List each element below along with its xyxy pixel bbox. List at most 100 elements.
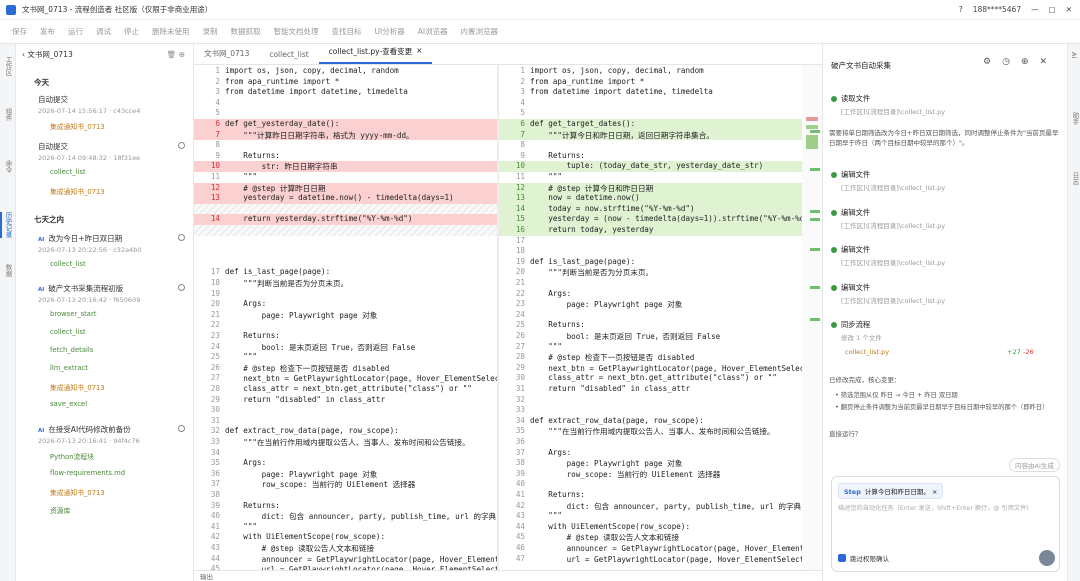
code-line[interactable]: 10 str: 昨日日期字符串 <box>194 161 497 172</box>
code-line[interactable] <box>194 257 497 268</box>
code-line[interactable]: 42 with UiElementScope(row_scope): <box>194 532 497 543</box>
code-line[interactable]: 39 Returns: <box>194 501 497 512</box>
code-line[interactable]: 8 <box>499 140 802 151</box>
changed-file[interactable]: browser_start <box>50 310 96 318</box>
changed-file[interactable]: collect_list <box>50 328 86 336</box>
code-line[interactable]: 41 Returns: <box>499 490 802 501</box>
code-line[interactable]: 36 <box>499 437 802 448</box>
code-line[interactable]: 35 Args: <box>194 458 497 469</box>
history-commit-title[interactable]: AI 破产文书采集流程初版 <box>38 283 123 294</box>
code-line[interactable]: 14 today = now.strftime("%Y-%m-%d") <box>499 203 802 215</box>
toolbar-button[interactable]: 调试 <box>96 26 111 37</box>
left-strip-tab[interactable]: 命令 <box>3 160 13 173</box>
sync-step[interactable]: 同步流程 <box>831 320 870 330</box>
step-file-path[interactable]: [工作区]\[流程目录]\collect_list.py <box>841 182 945 192</box>
code-line[interactable]: 31 <box>194 416 497 427</box>
code-line[interactable]: 32 def extract_row_data(page, row_scope): <box>194 426 497 437</box>
code-line[interactable]: 2 from apa_runtime import * <box>499 77 802 88</box>
chat-step[interactable]: 编辑文件 <box>831 208 870 218</box>
code-line[interactable]: 11 """ <box>194 172 497 183</box>
code-line[interactable]: 27 next_btn = GetPlaywrightLocator(page,… <box>194 373 497 384</box>
code-line[interactable]: 38 <box>194 490 497 501</box>
chat-step[interactable]: 编辑文件 <box>831 170 870 180</box>
help-icon[interactable]: ? <box>959 5 963 14</box>
code-line[interactable]: 18 """判断当前是否为分页末页。 <box>194 278 497 289</box>
left-strip-tab[interactable]: 工作区 <box>3 56 13 76</box>
toolbar-button[interactable]: 查找目标 <box>332 26 362 37</box>
checkbox-icon[interactable] <box>838 554 846 562</box>
step-file-path[interactable]: [工作区]\[流程目录]\collect_list.py <box>841 257 945 267</box>
code-line[interactable]: 47 url = GetPlaywrightLocator(page, Hove… <box>499 554 802 565</box>
toolbar-button[interactable]: 内置浏览器 <box>461 26 499 37</box>
code-line[interactable]: 30 <box>194 405 497 416</box>
restore-clock-icon[interactable] <box>178 425 185 432</box>
step-file-path[interactable]: [工作区]\[流程目录]\collect_list.py <box>841 220 945 230</box>
right-strip-tab[interactable]: AI <box>1070 52 1078 58</box>
left-strip-tab[interactable]: 数据 <box>3 264 13 277</box>
code-line[interactable]: 15 yesterday = (now - timedelta(days=1))… <box>499 214 802 225</box>
code-line[interactable]: 16 return today, yesterday <box>499 225 802 236</box>
toolbar-button[interactable]: 录制 <box>203 26 218 37</box>
code-line[interactable] <box>194 225 497 236</box>
editor-tab[interactable]: collect_list <box>259 50 318 64</box>
chat-input-placeholder[interactable]: 描述您的自动化任务（Enter 发送，Shift+Enter 换行，@ 引用文件… <box>838 503 1033 512</box>
code-line[interactable]: 17 def is_last_page(page): <box>194 267 497 278</box>
code-line[interactable]: 12 # @step 计算昨日日期 <box>194 182 497 194</box>
restore-clock-icon[interactable] <box>178 142 185 149</box>
send-button[interactable] <box>1039 550 1055 566</box>
code-line[interactable]: 5 <box>499 108 802 119</box>
code-line[interactable]: 7 """计算今日和昨日日期，返回日期字符串集合。 <box>499 129 802 141</box>
code-line[interactable]: 28 # @step 检查下一页按钮是否 disabled <box>499 352 802 363</box>
code-line[interactable]: 22 Args: <box>499 289 802 300</box>
step-reference-chip[interactable]: Step 计算今日和昨日日期。 × <box>838 483 944 499</box>
toolbar-button[interactable]: 发布 <box>40 26 55 37</box>
history-commit-title[interactable]: AI 改为今日+昨日双日期 <box>38 233 122 244</box>
skip-permission-checkbox[interactable]: 跳过权限确认 <box>838 553 889 563</box>
code-line[interactable]: 10 tuple: (today_date_str, yesterday_dat… <box>499 161 802 172</box>
code-line[interactable]: 13 now = datetime.now() <box>499 193 802 204</box>
original-code-pane[interactable]: 1 import os, json, copy, decimal, random 2… <box>194 65 497 570</box>
code-line[interactable]: 1 import os, json, copy, decimal, random <box>499 66 802 77</box>
code-line[interactable]: 37 row_scope: 当前行的 UiElement 选择器 <box>194 479 497 490</box>
right-strip-tab[interactable]: 日志 <box>1070 172 1080 185</box>
code-line[interactable]: 38 page: Playwright page 对象 <box>499 458 802 469</box>
code-line[interactable]: 32 <box>499 395 802 406</box>
close-icon[interactable]: ✕ <box>1066 5 1072 14</box>
history-commit-title[interactable]: 自动提交 <box>38 141 68 152</box>
code-line[interactable]: 6 def get_target_dates(): <box>499 119 802 130</box>
chat-step[interactable]: 读取文件 <box>831 94 870 104</box>
modified-code-pane[interactable]: 1 import os, json, copy, decimal, random 2… <box>499 65 802 570</box>
left-strip-tab[interactable]: 历史记录 <box>0 212 13 238</box>
code-line[interactable]: 27 """ <box>499 342 802 353</box>
left-strip-tab[interactable]: 组件 <box>3 108 13 121</box>
code-line[interactable]: 40 <box>499 479 802 490</box>
minimize-icon[interactable]: — <box>1031 5 1039 14</box>
changed-file[interactable]: Python流程块 <box>50 451 94 461</box>
sync-file[interactable]: collect_list.py <box>845 348 889 356</box>
code-line[interactable]: 1 import os, json, copy, decimal, random <box>194 66 497 77</box>
editor-tab[interactable]: collect_list.py-查看变更 × <box>318 46 433 64</box>
changed-file[interactable]: collect_list <box>50 260 86 268</box>
code-line[interactable]: 22 <box>194 320 497 331</box>
code-line[interactable]: 45 # @step 读取公告人文本和链接 <box>499 532 802 543</box>
code-line[interactable]: 36 page: Playwright page 对象 <box>194 469 497 480</box>
changed-file[interactable]: flow-requirements.md <box>50 469 125 477</box>
code-line[interactable]: 35 """在当前行作用域内提取公告人、当事人、发布时间和公告链接。 <box>499 426 802 437</box>
code-line[interactable]: 28 class_attr = next_btn.get_attribute("… <box>194 384 497 395</box>
changed-file[interactable]: save_excel <box>50 400 87 408</box>
code-line[interactable]: 12 # @step 计算今日和昨日日期 <box>499 182 802 194</box>
code-line[interactable]: 41 """ <box>194 522 497 533</box>
restore-clock-icon[interactable] <box>178 284 185 291</box>
changed-file[interactable]: 集成通知书_0713 <box>50 121 105 131</box>
code-line[interactable]: 40 dict: 包含 announcer, party, publish_ti… <box>194 511 497 522</box>
editor-tab[interactable]: 文书网_0713 <box>194 48 259 64</box>
code-line[interactable]: 2 from apa_runtime import * <box>194 77 497 88</box>
code-line[interactable]: 4 <box>499 98 802 109</box>
code-line[interactable]: 3 from datetime import datetime, timedelt… <box>194 87 497 98</box>
code-line[interactable]: 34 <box>194 448 497 459</box>
code-line[interactable]: 20 Args: <box>194 299 497 310</box>
chat-input-box[interactable]: Step 计算今日和昨日日期。 × 描述您的自动化任务（Enter 发送，Shif… <box>831 476 1060 572</box>
user-account[interactable]: 188****5467 <box>973 5 1021 14</box>
toolbar-button[interactable]: 智能文档处理 <box>274 26 319 37</box>
code-line[interactable] <box>194 203 497 215</box>
